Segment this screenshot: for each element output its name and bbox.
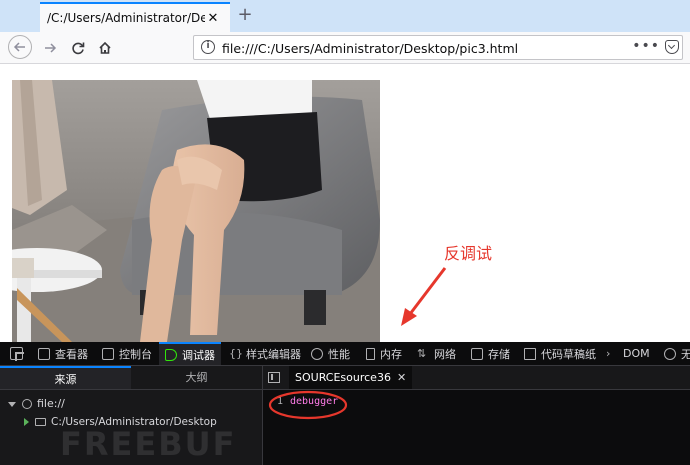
devtools-tab-label: 样式编辑器 <box>246 347 301 361</box>
devtools-tab-dom[interactable]: › DOM <box>606 342 650 365</box>
element-picker-icon[interactable] <box>10 347 24 361</box>
url-text[interactable]: file:///C:/Users/Administrator/Desktop/p… <box>222 41 518 56</box>
site-info-icon[interactable]: i <box>201 40 215 54</box>
devtools-tab-console[interactable]: 控制台 <box>102 342 152 365</box>
memory-icon <box>366 347 375 360</box>
network-icon: ⇅ <box>417 346 427 360</box>
page-photo <box>12 80 380 342</box>
performance-icon <box>311 347 323 360</box>
scratchpad-icon <box>524 347 536 360</box>
devtools-tab-memory[interactable]: 内存 <box>366 342 402 365</box>
expanded-triangle-icon <box>8 401 16 407</box>
annotation-label: 反调试 <box>444 244 493 263</box>
devtools-toolbar: 查看器 控制台 调试器 {} 样式编辑器 性能 内存 ⇅ 网络 存储 代码草稿纸… <box>0 342 690 366</box>
sources-pane-tabs: 来源 大纲 <box>0 366 262 390</box>
console-icon <box>102 347 114 360</box>
file-tab-label: SOURCEsource36 <box>295 371 391 384</box>
style-editor-icon: {} <box>229 346 243 360</box>
dom-icon: › <box>606 346 611 360</box>
circle-annotation-icon <box>268 390 348 420</box>
devtools-tab-label: 存储 <box>488 347 510 361</box>
devtools-tab-label: 内存 <box>380 347 402 361</box>
folder-icon <box>35 418 46 426</box>
watermark: FREEBUF <box>60 425 237 463</box>
devtools-tab-label: 无 <box>681 347 690 361</box>
storage-icon <box>471 347 483 360</box>
editor-file-tab[interactable]: SOURCEsource36 ✕ <box>289 366 413 389</box>
devtools-tab-accessibility[interactable]: 无 <box>664 342 690 365</box>
devtools-tab-label: 网络 <box>434 347 456 361</box>
source-editor: SOURCEsource36 ✕ 1 debugger <box>262 366 690 465</box>
devtools-tab-network[interactable]: ⇅ 网络 <box>417 342 456 365</box>
browser-tab[interactable]: /C:/Users/Administrator/Desktop ✕ <box>40 2 230 32</box>
navigation-toolbar: i file:///C:/Users/Administrator/Desktop… <box>0 32 690 64</box>
url-bar[interactable]: i file:///C:/Users/Administrator/Desktop… <box>193 35 683 60</box>
devtools-tab-performance[interactable]: 性能 <box>311 342 350 365</box>
devtools-tab-label: 性能 <box>328 347 350 361</box>
devtools-tab-label: 调试器 <box>182 348 215 362</box>
page-content: 反调试 <box>0 64 690 342</box>
globe-icon <box>22 399 32 409</box>
devtools-tab-inspector[interactable]: 查看器 <box>38 342 88 365</box>
annotation-arrow-icon <box>401 267 447 326</box>
devtools-tab-debugger[interactable]: 调试器 <box>159 342 221 365</box>
devtools-tab-scratchpad[interactable]: 代码草稿纸 <box>524 342 596 365</box>
new-tab-button[interactable]: + <box>234 4 256 26</box>
devtools-tab-label: 控制台 <box>119 347 152 361</box>
devtools-tab-label: 代码草稿纸 <box>541 347 596 361</box>
accessibility-icon <box>664 347 676 360</box>
devtools-tab-style-editor[interactable]: {} 样式编辑器 <box>229 342 301 365</box>
debugger-icon <box>165 348 177 361</box>
collapsed-triangle-icon <box>24 418 29 426</box>
tab-sources[interactable]: 来源 <box>0 366 131 389</box>
devtools-tab-storage[interactable]: 存储 <box>471 342 510 365</box>
back-arrow-icon[interactable] <box>8 35 32 59</box>
page-actions-icon[interactable]: ••• <box>632 38 660 54</box>
devtools-tab-label: DOM <box>623 347 650 360</box>
home-icon[interactable] <box>93 36 117 60</box>
tree-root-label: file:// <box>37 397 65 410</box>
forward-arrow-icon[interactable] <box>38 36 62 60</box>
tab-strip: /C:/Users/Administrator/Desktop ✕ + <box>0 0 690 32</box>
inspector-icon <box>38 347 50 360</box>
editor-tabs: SOURCEsource36 ✕ <box>263 366 690 390</box>
source-tree-root[interactable]: file:// <box>8 397 65 410</box>
tab-close-icon[interactable]: ✕ <box>205 11 221 26</box>
reload-icon[interactable] <box>66 36 90 60</box>
toggle-sources-pane-icon[interactable] <box>268 372 280 383</box>
devtools-tab-label: 查看器 <box>55 347 88 361</box>
file-tab-close-icon[interactable]: ✕ <box>397 371 406 384</box>
pocket-icon[interactable] <box>665 40 679 54</box>
tab-outline[interactable]: 大纲 <box>131 366 262 389</box>
tab-title: /C:/Users/Administrator/Desktop <box>47 11 205 25</box>
